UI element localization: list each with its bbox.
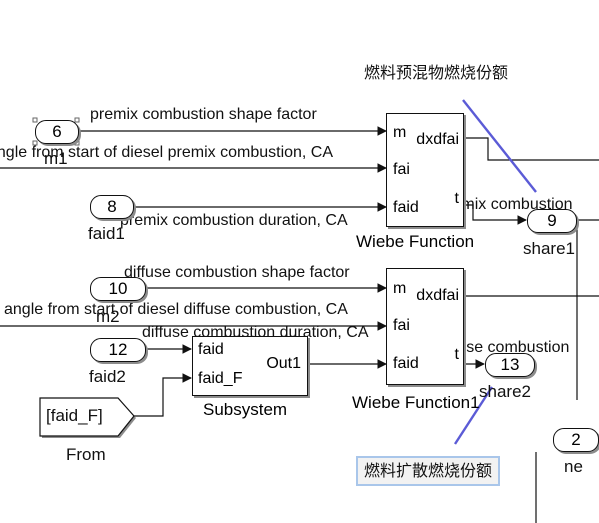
inport-2-number: 2: [571, 430, 581, 449]
outport-9[interactable]: 9: [527, 209, 577, 233]
wiebe2-port-dxdfai: dxdfai: [416, 287, 459, 304]
annotation-pointer-premix: [462, 99, 537, 193]
inport-12[interactable]: 12: [90, 338, 146, 362]
signal-premix-shape: premix combustion shape factor: [90, 106, 317, 123]
inport-12-name: faid2: [89, 367, 126, 386]
signal-diffuse-angle: angle from start of diesel diffuse combu…: [4, 301, 348, 318]
wire-wiebe1-dxdfai-out: [463, 137, 599, 161]
signal-diffuse-shape: diffuse combustion shape factor: [124, 264, 350, 281]
inport-6-name: m1: [44, 149, 68, 168]
inport-8-number: 8: [107, 197, 117, 216]
wiebe2-port-faid: faid: [393, 355, 419, 372]
subsystem-block[interactable]: faid faid_F Out1: [192, 336, 308, 396]
outport-9-number: 9: [547, 211, 557, 230]
wiebe2-port-fai: fai: [393, 317, 410, 334]
wiebe2-port-t: t: [454, 346, 459, 363]
inport-10[interactable]: 10: [90, 277, 146, 301]
inport-10-name: m2: [96, 307, 120, 326]
inport-2[interactable]: 2: [553, 428, 599, 452]
inport-2-name: ne: [564, 457, 583, 476]
inport-8[interactable]: 8: [90, 195, 134, 219]
wiebe2-port-m: m: [393, 280, 407, 297]
wiebe1-port-t: t: [454, 190, 459, 207]
wiebe-function1-name: Wiebe Function1: [352, 393, 480, 412]
inport-12-number: 12: [108, 340, 128, 359]
wiebe1-port-m: m: [393, 124, 407, 141]
wiebe1-port-fai: fai: [393, 161, 410, 178]
inport-6[interactable]: 6: [35, 120, 79, 144]
inport-10-number: 10: [108, 279, 128, 298]
inport-6-number: 6: [52, 122, 62, 141]
subsystem-port-faid-f: faid_F: [198, 370, 243, 387]
outport-13-number: 13: [500, 355, 520, 374]
subsystem-port-faid: faid: [198, 341, 224, 358]
outport-13[interactable]: 13: [485, 353, 535, 377]
wiebe-function-block[interactable]: m fai faid dxdfai t: [386, 113, 464, 227]
wiebe1-port-dxdfai: dxdfai: [416, 131, 459, 148]
subsystem-name: Subsystem: [203, 400, 288, 419]
inport-8-name: faid1: [88, 224, 125, 243]
wire-from: [134, 373, 192, 417]
annotation-diffuse-share: 燃料扩散燃烧份额: [356, 456, 501, 486]
wiebe1-port-faid: faid: [393, 199, 419, 216]
outport-9-name: share1: [523, 239, 575, 258]
subsystem-port-out1: Out1: [266, 355, 301, 372]
annotation-premix-share: 燃料预混物燃烧份额: [364, 63, 509, 82]
wiebe-function1-block[interactable]: m fai faid dxdfai t: [386, 268, 464, 385]
outport-13-name: share2: [479, 382, 531, 401]
from-block-name: From: [66, 445, 106, 464]
from-tag[interactable]: [faid_F]: [46, 407, 103, 425]
wiebe-function-name: Wiebe Function: [356, 232, 475, 251]
signal-premix-duration: premix combustion duration, CA: [120, 212, 348, 229]
